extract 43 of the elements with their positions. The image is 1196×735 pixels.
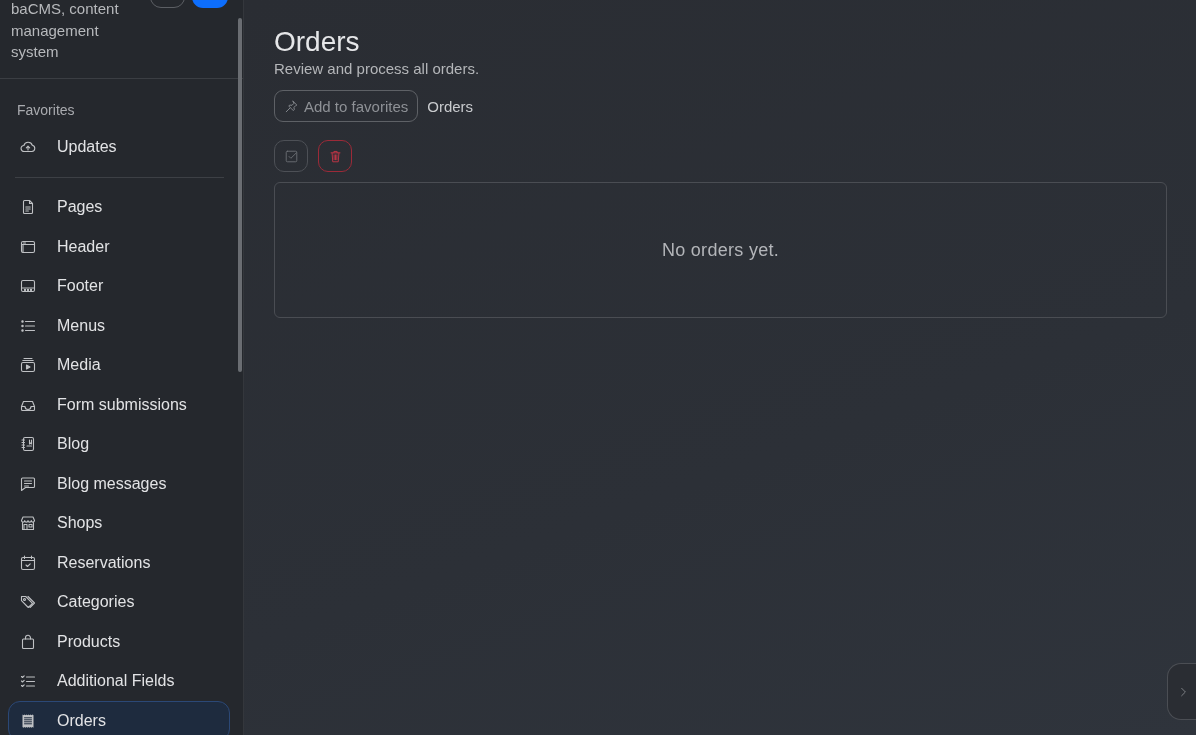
check-square-icon [284, 149, 298, 163]
breadcrumb: Orders [427, 97, 474, 115]
calendar-check-icon [20, 554, 36, 571]
media-icon [20, 357, 36, 374]
bag-icon [20, 633, 36, 650]
add-to-favorites-button[interactable]: Add to favorites [274, 90, 419, 122]
sidebar-item[interactable]: Products [8, 622, 230, 662]
sidebar-item[interactable]: Orders [8, 701, 230, 735]
sidebar-item[interactable]: Form submissions [8, 385, 230, 425]
sidebar-item[interactable]: Updates [8, 127, 230, 167]
panel-toggle-button[interactable] [1167, 663, 1196, 720]
chevron-right-icon [1181, 686, 1186, 697]
section-heading: Favorites [16, 101, 76, 120]
scrollbar-thumb[interactable] [238, 18, 242, 372]
sidebar-item[interactable]: Header [8, 227, 230, 267]
window-icon [20, 238, 36, 255]
sidebar-item[interactable]: Menus [8, 306, 230, 346]
sidebar-item[interactable]: Reservations [8, 543, 230, 583]
site-name: baCMS, content management system [11, 0, 120, 62]
list-icon [20, 317, 36, 334]
empty-message: No orders yet. [661, 239, 780, 261]
sidebar-item[interactable]: Blog messages [8, 464, 230, 504]
sidebar-item[interactable]: Pages [8, 187, 230, 227]
page-title: Orders [274, 25, 361, 59]
pin-icon [285, 99, 298, 113]
sidebar-item[interactable]: Blog [8, 424, 230, 464]
select-all-button[interactable] [274, 140, 308, 172]
delete-button[interactable] [318, 140, 352, 172]
trash-icon [328, 149, 342, 163]
tags-icon [20, 594, 36, 611]
checklist-icon [20, 673, 36, 690]
sidebar-item[interactable]: Additional Fields [8, 661, 230, 701]
sidebar-item[interactable]: Media [8, 345, 230, 385]
store-icon [20, 515, 36, 532]
receipt-icon [20, 712, 36, 729]
chat-icon [20, 475, 36, 492]
notebook-icon [20, 436, 36, 453]
sidebar-item[interactable]: Categories [8, 582, 230, 622]
sidebar-item[interactable]: Shops [8, 503, 230, 543]
page-subtitle: Review and process all orders. [274, 59, 481, 79]
footer-panel-icon [20, 278, 36, 295]
sidebar-item[interactable]: Footer [8, 266, 230, 306]
document-icon [20, 199, 36, 216]
